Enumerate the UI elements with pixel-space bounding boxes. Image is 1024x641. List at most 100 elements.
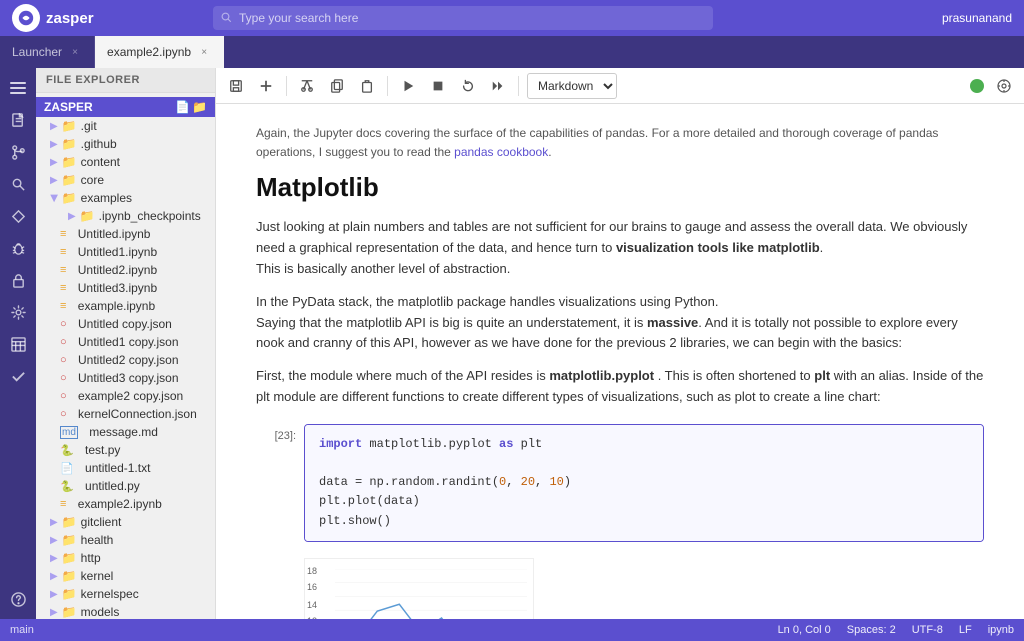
kernel-settings-icon[interactable] xyxy=(992,74,1016,98)
code-line-1: import matplotlib.pyplot as plt xyxy=(319,435,969,454)
chart-line xyxy=(335,604,527,619)
list-item[interactable]: ○ Untitled1 copy.json xyxy=(36,333,215,351)
copy-button[interactable] xyxy=(325,74,349,98)
list-item[interactable]: ▶📁kernel xyxy=(36,567,215,585)
new-folder-icon[interactable]: 📁 xyxy=(192,100,207,114)
file-explorer-header: FILE EXPLORER xyxy=(36,68,215,93)
cut-button[interactable] xyxy=(295,74,319,98)
code-cell-23: [23]: import matplotlib.pyplot as plt da… xyxy=(256,424,984,542)
list-item[interactable]: 📄 untitled-1.txt xyxy=(36,459,215,477)
git-branch-icon[interactable] xyxy=(4,138,32,166)
line-chart xyxy=(335,569,527,619)
tab-example2-label: example2.ipynb xyxy=(107,45,191,59)
run-button[interactable] xyxy=(396,74,420,98)
cell-content[interactable]: import matplotlib.pyplot as plt data = n… xyxy=(304,424,984,542)
lock-icon[interactable] xyxy=(4,266,32,294)
tab-launcher[interactable]: Launcher × xyxy=(0,36,95,68)
list-item[interactable]: ▶📁gitclient xyxy=(36,513,215,531)
list-item[interactable]: ▶📁.ipynb_checkpoints xyxy=(36,207,215,225)
section-heading: Matplotlib xyxy=(256,172,984,203)
list-item[interactable]: ○ Untitled3 copy.json xyxy=(36,369,215,387)
tree-root[interactable]: ZASPER 📄 📁 xyxy=(36,97,215,117)
tabbar: Launcher × example2.ipynb × xyxy=(0,36,1024,68)
fast-forward-button[interactable] xyxy=(486,74,510,98)
add-cell-button[interactable] xyxy=(254,74,278,98)
para-2: In the PyData stack, the matplotlib pack… xyxy=(256,292,984,354)
statusbar: main Ln 0, Col 0 Spaces: 2 UTF-8 LF ipyn… xyxy=(0,619,1024,641)
notebook-content: Again, the Jupyter docs covering the sur… xyxy=(216,104,1024,619)
list-item[interactable]: ▶📁.github xyxy=(36,135,215,153)
list-item[interactable]: ≡ example2.ipynb xyxy=(36,495,215,513)
list-item[interactable]: ≡ example.ipynb xyxy=(36,297,215,315)
list-item[interactable]: ≡ Untitled1.ipynb xyxy=(36,243,215,261)
logo-icon xyxy=(12,4,40,32)
logo: zasper xyxy=(12,4,94,32)
files-icon[interactable] xyxy=(4,106,32,134)
new-file-icon[interactable]: 📄 xyxy=(175,100,190,114)
position-label: Ln 0, Col 0 xyxy=(778,624,831,636)
y-label-12: 12 xyxy=(307,616,317,619)
list-item[interactable]: ▶📁kernelspec xyxy=(36,585,215,603)
intro-text: Again, the Jupyter docs covering the sur… xyxy=(256,124,984,162)
code-line-2 xyxy=(319,454,969,473)
sidebar-icons xyxy=(0,68,36,619)
list-item[interactable]: 🐍 test.py xyxy=(36,441,215,459)
file-explorer: FILE EXPLORER ZASPER 📄 📁 ▶📁.git ▶📁.githu… xyxy=(36,68,216,619)
code-block[interactable]: import matplotlib.pyplot as plt data = n… xyxy=(305,425,983,541)
list-item[interactable]: ○ Untitled copy.json xyxy=(36,315,215,333)
y-label-18: 18 xyxy=(307,566,317,576)
table-icon[interactable] xyxy=(4,330,32,358)
notebook-toolbar: Markdown Code Raw xyxy=(216,68,1024,104)
list-item[interactable]: ▶📁core xyxy=(36,171,215,189)
list-item[interactable]: ≡ Untitled3.ipynb xyxy=(36,279,215,297)
list-item[interactable]: ▶📁.git xyxy=(36,117,215,135)
list-item[interactable]: ▶📁http xyxy=(36,549,215,567)
tree-root-label: ZASPER xyxy=(44,100,93,114)
search-bar[interactable]: Type your search here xyxy=(213,6,713,30)
eol-label: LF xyxy=(959,624,972,636)
chart-output: 18 16 14 12 10 8 6 4 xyxy=(304,558,984,619)
code-line-5: plt.show() xyxy=(319,512,969,531)
list-item[interactable]: ○ kernelConnection.json xyxy=(36,405,215,423)
stop-button[interactable] xyxy=(426,74,450,98)
tab-example2-close[interactable]: × xyxy=(197,45,211,59)
spaces-label: Spaces: 2 xyxy=(847,624,896,636)
toolbar-right xyxy=(970,74,1016,98)
chart-container: 18 16 14 12 10 8 6 4 xyxy=(304,558,534,619)
y-label-14: 14 xyxy=(307,600,317,610)
file-tree: ZASPER 📄 📁 ▶📁.git ▶📁.github ▶📁content ▶📁… xyxy=(36,93,215,619)
list-item[interactable]: ≡ Untitled.ipynb xyxy=(36,225,215,243)
help-icon[interactable] xyxy=(4,585,32,613)
search-sidebar-icon[interactable] xyxy=(4,170,32,198)
list-item[interactable]: ≡ Untitled2.ipynb xyxy=(36,261,215,279)
bug-icon[interactable] xyxy=(4,234,32,262)
menu-icon[interactable] xyxy=(4,74,32,102)
extensions-icon[interactable] xyxy=(4,202,32,230)
list-item[interactable]: md message.md xyxy=(36,423,215,441)
tab-example2[interactable]: example2.ipynb × xyxy=(95,36,224,68)
pandas-cookbook-link[interactable]: pandas cookbook xyxy=(454,145,548,159)
cell-number: [23]: xyxy=(256,424,296,542)
gear-icon[interactable] xyxy=(4,298,32,326)
code-line-3: data = np.random.randint(0, 20, 10) xyxy=(319,473,969,492)
list-item[interactable]: ▶📁content xyxy=(36,153,215,171)
list-item[interactable]: ▶📁models xyxy=(36,603,215,619)
code-line-4: plt.plot(data) xyxy=(319,492,969,511)
save-button[interactable] xyxy=(224,74,248,98)
toolbar-separator xyxy=(286,76,287,96)
list-item[interactable]: ▶📁health xyxy=(36,531,215,549)
notebook: Markdown Code Raw Again, xyxy=(216,68,1024,619)
tab-launcher-close[interactable]: × xyxy=(68,45,82,59)
list-item[interactable]: ▶📁examples xyxy=(36,189,215,207)
tab-launcher-label: Launcher xyxy=(12,45,62,59)
list-item[interactable]: ○ example2 copy.json xyxy=(36,387,215,405)
list-item[interactable]: ○ Untitled2 copy.json xyxy=(36,351,215,369)
paste-button[interactable] xyxy=(355,74,379,98)
y-label-16: 16 xyxy=(307,582,317,592)
branch-label: main xyxy=(10,624,34,636)
user-label: prasunanand xyxy=(942,11,1012,25)
cell-type-select[interactable]: Markdown Code Raw xyxy=(527,73,617,99)
restart-button[interactable] xyxy=(456,74,480,98)
list-item[interactable]: 🐍 untitled.py xyxy=(36,477,215,495)
check-icon[interactable] xyxy=(4,362,32,390)
